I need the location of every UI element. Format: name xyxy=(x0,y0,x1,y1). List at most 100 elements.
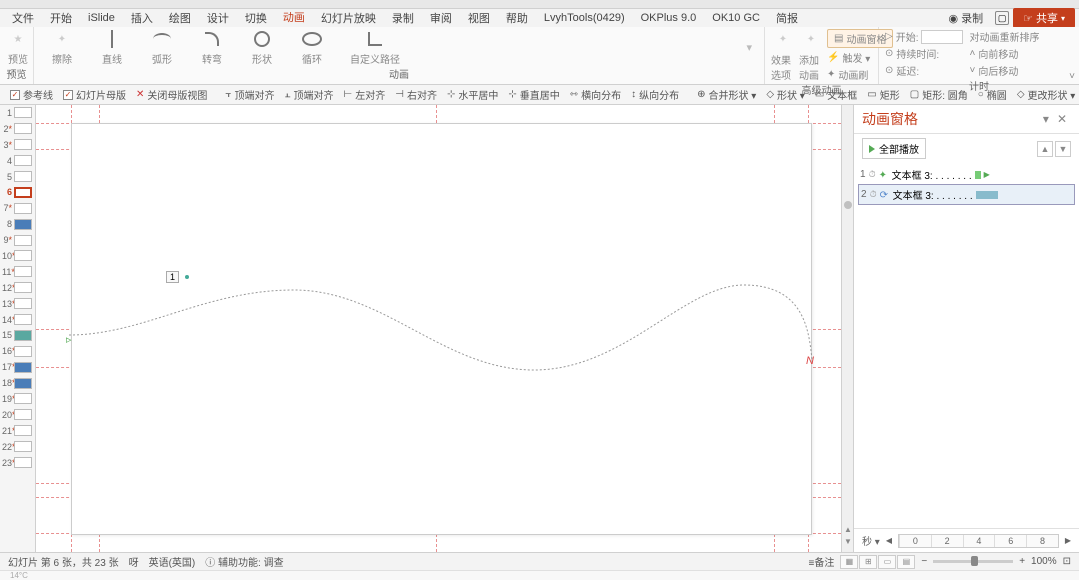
anim-panel-minimize[interactable]: ▾ xyxy=(1039,112,1053,126)
canvas-scrollbar[interactable]: ▲ ▼ xyxy=(841,105,853,552)
menu-view[interactable]: 视图 xyxy=(460,8,498,28)
tb2-master[interactable]: 幻灯片母版 xyxy=(59,87,130,102)
tb2-v-center[interactable]: ⊹垂直居中 xyxy=(504,87,563,102)
thumb-row-18[interactable]: 18 xyxy=(0,375,35,391)
path-end-icon[interactable]: N xyxy=(806,355,814,367)
accessibility[interactable]: ⓘ 辅助功能: 调查 xyxy=(205,554,283,569)
menu-okplus[interactable]: OKPlus 9.0 xyxy=(633,10,705,26)
ribbon-collapse[interactable]: ˅ xyxy=(1069,71,1075,82)
thumb-row-11[interactable]: 11 xyxy=(0,264,35,280)
thumb-row-5[interactable]: 5 xyxy=(0,169,35,185)
menu-lvyh[interactable]: LvyhTools(0429) xyxy=(536,10,633,26)
thumb-row-20[interactable]: 20 xyxy=(0,407,35,423)
anim-row-1[interactable]: 1 ⏱ ✦ 文本框 3: . . . . . . . ▶ xyxy=(858,165,1075,184)
thumb-row-22[interactable]: 22 xyxy=(0,439,35,455)
anim-loop[interactable]: 循环 xyxy=(300,29,324,66)
timing-duration[interactable]: ⊙持续时间: xyxy=(885,46,963,61)
share-button[interactable]: ☞共享▾ xyxy=(1013,8,1075,28)
presenter-icon[interactable]: ▢ xyxy=(995,11,1009,25)
zoom-thumb[interactable] xyxy=(971,556,978,566)
view-reading[interactable]: ▭ xyxy=(878,555,896,569)
tb2-bottom-align[interactable]: ⫠顶端对齐 xyxy=(280,87,337,102)
anim-shape[interactable]: 形状 xyxy=(250,29,274,66)
tb2-top-align[interactable]: ⫟顶端对齐 xyxy=(221,87,278,102)
start-input[interactable] xyxy=(921,30,963,44)
path-start-icon[interactable]: ▹ xyxy=(66,333,72,346)
zoom-in[interactable]: + xyxy=(1019,556,1025,567)
thumb-row-9[interactable]: 9 xyxy=(0,232,35,248)
seconds-label[interactable]: 秒 ▾ xyxy=(862,533,880,548)
thumb-row-8[interactable]: 8 xyxy=(0,216,35,232)
view-slideshow[interactable]: ▤ xyxy=(897,555,915,569)
thumb-row-13[interactable]: 13 xyxy=(0,296,35,312)
timing-delay[interactable]: ⊙延迟: xyxy=(885,63,963,78)
tb2-h-dist[interactable]: ⇿横向分布 xyxy=(566,87,625,102)
anim-arc[interactable]: 弧形 xyxy=(150,29,174,66)
thumb-row-15[interactable]: 15 xyxy=(0,327,35,343)
thumb-row-17[interactable]: 17 xyxy=(0,359,35,375)
timeline-right[interactable]: ▶ xyxy=(1065,536,1071,545)
thumb-row-12[interactable]: 12 xyxy=(0,280,35,296)
thumb-row-23[interactable]: 23 xyxy=(0,455,35,471)
timeline-left[interactable]: ◀ xyxy=(886,536,892,545)
menu-home[interactable]: 开始 xyxy=(42,8,80,28)
menu-briefing[interactable]: 简报 xyxy=(768,8,806,28)
view-sorter[interactable]: ⊞ xyxy=(859,555,877,569)
gallery-more[interactable]: ▾ xyxy=(746,41,752,54)
motion-path[interactable] xyxy=(64,280,819,380)
view-normal[interactable]: ▦ xyxy=(840,555,858,569)
menu-ok10[interactable]: OK10 GC xyxy=(704,10,768,26)
scroll-thumb[interactable] xyxy=(844,201,852,209)
tb2-right-align[interactable]: ⊣右对齐 xyxy=(391,87,441,102)
menu-slideshow[interactable]: 幻灯片放映 xyxy=(313,8,384,28)
thumb-row-6[interactable]: 6 xyxy=(0,184,35,200)
play-all-button[interactable]: 全部播放 xyxy=(862,138,926,159)
timeline-ruler[interactable]: 0 2 4 6 8 xyxy=(898,534,1059,548)
move-up-button[interactable]: ▲ xyxy=(1037,141,1053,157)
anim-erase[interactable]: ✦擦除 xyxy=(50,29,74,66)
tb2-close-master[interactable]: ✕关闭母版视图 xyxy=(132,87,211,102)
anim-panel-close[interactable]: ✕ xyxy=(1053,112,1071,126)
thumb-row-7[interactable]: 7 xyxy=(0,200,35,216)
preview-button[interactable]: ★ 预览 xyxy=(6,29,30,66)
thumb-row-1[interactable]: 1 xyxy=(0,105,35,121)
thumb-row-2[interactable]: 2 xyxy=(0,121,35,137)
menu-file[interactable]: 文件 xyxy=(4,8,42,28)
scroll-up-icon[interactable]: ▲ xyxy=(844,525,852,534)
menu-help[interactable]: 帮助 xyxy=(498,8,536,28)
move-later[interactable]: ˅向后移动 xyxy=(969,63,1039,78)
tb2-h-center[interactable]: ⊹水平居中 xyxy=(443,87,502,102)
thumb-row-14[interactable]: 14 xyxy=(0,312,35,328)
fit-window[interactable]: ⊡ xyxy=(1063,556,1071,567)
language[interactable]: 英语(英国) xyxy=(149,554,196,569)
thumb-row-4[interactable]: 4 xyxy=(0,153,35,169)
thumb-row-16[interactable]: 16 xyxy=(0,343,35,359)
menu-transition[interactable]: 切换 xyxy=(237,8,275,28)
thumb-row-21[interactable]: 21 xyxy=(0,423,35,439)
notes-button[interactable]: ≡备注 xyxy=(809,554,835,569)
tb2-refline[interactable]: 参考线 xyxy=(6,87,57,102)
zoom-level[interactable]: 100% xyxy=(1031,556,1057,567)
anim-line[interactable]: 直线 xyxy=(100,29,124,66)
move-down-button[interactable]: ▼ xyxy=(1055,141,1071,157)
menu-islide[interactable]: iSlide xyxy=(80,10,123,26)
anim-row-2[interactable]: 2 ⏱ ⟳ 文本框 3: . . . . . . . xyxy=(858,184,1075,205)
zoom-slider[interactable] xyxy=(933,560,1013,563)
tb2-merge-shape[interactable]: ⊕合并形状 ▾ xyxy=(693,87,760,102)
menu-review[interactable]: 审阅 xyxy=(422,8,460,28)
menu-design[interactable]: 设计 xyxy=(199,8,237,28)
timing-start[interactable]: ▷开始: xyxy=(885,29,963,44)
thumb-row-19[interactable]: 19 xyxy=(0,391,35,407)
effects-options[interactable]: ✦效果选项 xyxy=(771,30,795,82)
menu-draw[interactable]: 绘图 xyxy=(161,8,199,28)
menu-animation[interactable]: 动画 xyxy=(275,7,313,29)
add-animation[interactable]: ✦添加动画 xyxy=(799,30,823,82)
anim-custom[interactable]: 自定义路径 xyxy=(350,29,400,66)
zoom-out[interactable]: − xyxy=(921,556,927,567)
move-earlier[interactable]: ˄向前移动 xyxy=(969,46,1039,61)
tb2-left-align[interactable]: ⊢左对齐 xyxy=(340,87,390,102)
menu-insert[interactable]: 插入 xyxy=(123,8,161,28)
menu-record[interactable]: 录制 xyxy=(384,8,422,28)
slide-canvas[interactable]: 1 ▹ N xyxy=(36,105,841,552)
scroll-down-icon[interactable]: ▼ xyxy=(844,537,852,546)
